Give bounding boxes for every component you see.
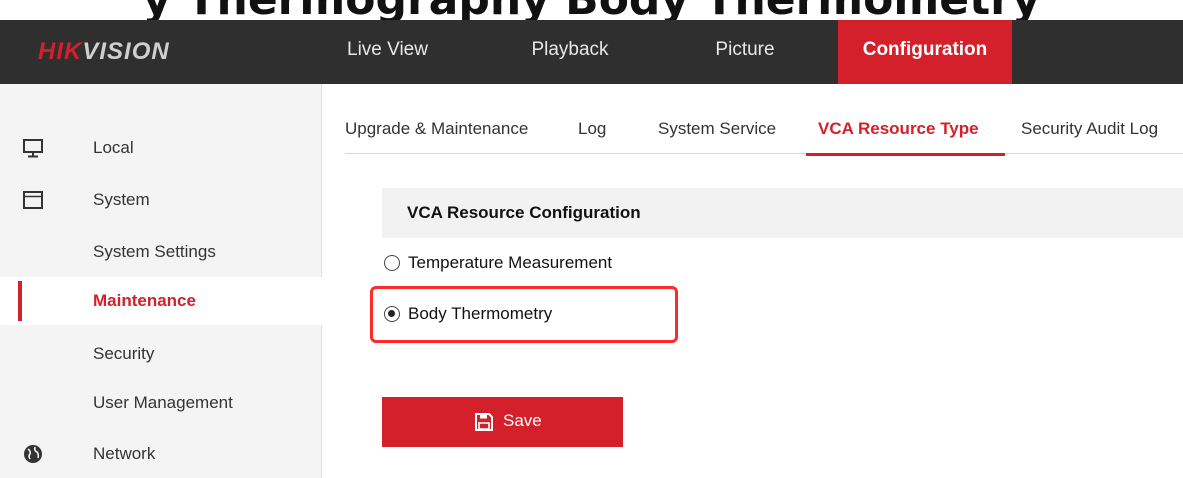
tab-vca-resource-type[interactable]: VCA Resource Type — [806, 104, 1005, 156]
nav-playback[interactable]: Playback — [510, 20, 630, 84]
nav-picture[interactable]: Picture — [690, 20, 800, 84]
sidebar-item-system[interactable]: System — [0, 176, 322, 224]
nav-live-view[interactable]: Live View — [330, 20, 445, 84]
radio-label: Temperature Measurement — [408, 253, 613, 272]
sidebar-item-user-management[interactable]: User Management — [0, 379, 322, 427]
save-button-label: Save — [503, 411, 542, 430]
tab-upgrade-maintenance[interactable]: Upgrade & Maintenance — [345, 104, 528, 154]
sidebar-item-network[interactable]: Network — [0, 430, 322, 478]
floppy-disk-icon — [475, 413, 493, 431]
sidebar-item-maintenance[interactable]: Maintenance — [0, 277, 322, 325]
sidebar: Local System System Settings Maintenance… — [0, 84, 322, 478]
brand-logo: HIKVISION — [38, 38, 170, 65]
sidebar-item-security[interactable]: Security — [0, 330, 322, 378]
nav-configuration[interactable]: Configuration — [838, 20, 1012, 84]
tab-bar: Upgrade & Maintenance Log System Service… — [345, 104, 1183, 156]
top-navbar: HIKVISION Live View Playback Picture Con… — [0, 20, 1183, 84]
window-icon — [23, 191, 43, 209]
sidebar-item-local[interactable]: Local — [0, 124, 322, 172]
sidebar-item-label: Maintenance — [93, 291, 196, 310]
tab-log[interactable]: Log — [578, 104, 606, 154]
save-button[interactable]: Save — [382, 397, 623, 447]
sidebar-item-system-settings[interactable]: System Settings — [0, 228, 322, 276]
radio-button[interactable] — [384, 306, 400, 322]
section-title: VCA Resource Configuration — [382, 188, 1183, 238]
page-heading: y Thermography Body Thermometry — [0, 0, 1183, 20]
sidebar-item-label: System — [93, 190, 150, 209]
sidebar-item-label: Network — [93, 444, 156, 463]
radio-button[interactable] — [384, 255, 400, 271]
monitor-icon — [23, 139, 43, 158]
tab-system-service[interactable]: System Service — [658, 104, 776, 154]
tab-security-audit-log[interactable]: Security Audit Log — [1021, 104, 1158, 154]
sidebar-item-label: User Management — [93, 393, 233, 412]
globe-icon — [24, 445, 42, 463]
sidebar-item-label: Security — [93, 344, 155, 363]
sidebar-item-label: System Settings — [93, 242, 216, 261]
radio-label: Body Thermometry — [408, 304, 553, 323]
sidebar-item-label: Local — [93, 138, 134, 157]
